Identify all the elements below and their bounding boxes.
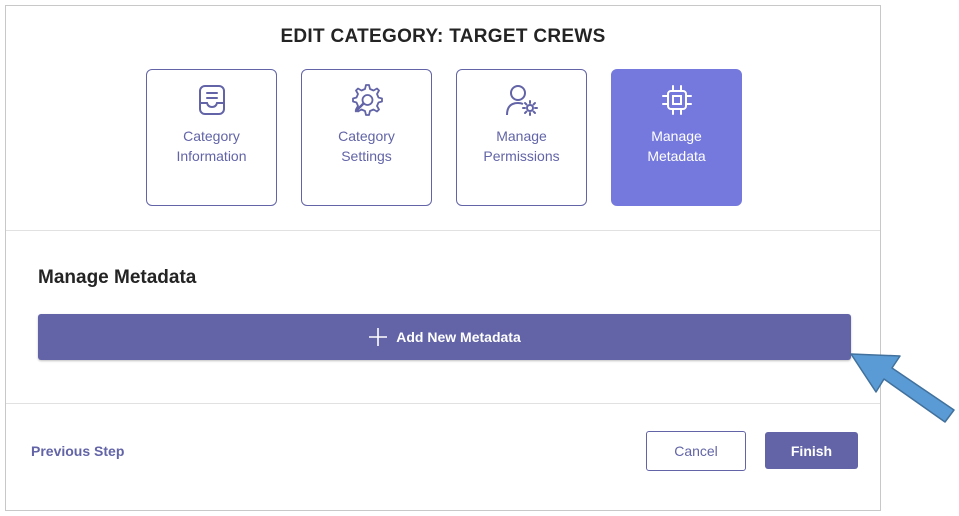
- pointer-arrow-icon: [850, 353, 955, 423]
- section-title: Manage Metadata: [38, 267, 197, 288]
- step-category-settings[interactable]: Category Settings: [301, 69, 432, 206]
- inbox-icon: [199, 85, 225, 115]
- step-label: Category Settings: [302, 126, 431, 166]
- step-label-line2: Information: [176, 148, 247, 164]
- step-label: Manage Metadata: [612, 126, 741, 166]
- step-label-line2: Permissions: [483, 148, 560, 164]
- cancel-button[interactable]: Cancel: [646, 431, 746, 471]
- header-divider: [6, 230, 880, 231]
- footer-divider: [6, 403, 880, 404]
- step-label-line1: Manage: [496, 128, 547, 144]
- add-new-metadata-button[interactable]: Add New Metadata: [38, 314, 851, 360]
- step-label-line1: Manage: [651, 128, 702, 144]
- edit-category-dialog: EDIT CATEGORY: TARGET CREWS Category Inf…: [5, 5, 881, 511]
- step-label-line2: Metadata: [647, 148, 706, 164]
- dialog-title: EDIT CATEGORY: TARGET CREWS: [280, 26, 606, 47]
- finish-button[interactable]: Finish: [765, 432, 858, 469]
- step-label-line2: Settings: [341, 148, 392, 164]
- person-gear-icon: [506, 85, 538, 116]
- step-label: Category Information: [147, 126, 276, 166]
- add-new-metadata-label: Add New Metadata: [396, 329, 521, 345]
- step-category-information[interactable]: Category Information: [146, 69, 277, 206]
- step-manage-metadata[interactable]: Manage Metadata: [611, 69, 742, 206]
- step-label: Manage Permissions: [457, 126, 586, 166]
- step-label-line1: Category: [183, 128, 240, 144]
- previous-step-link[interactable]: Previous Step: [31, 443, 124, 459]
- step-manage-permissions[interactable]: Manage Permissions: [456, 69, 587, 206]
- chip-icon: [662, 85, 692, 115]
- gear-icon: [352, 84, 383, 116]
- step-label-line1: Category: [338, 128, 395, 144]
- plus-icon: [369, 328, 388, 346]
